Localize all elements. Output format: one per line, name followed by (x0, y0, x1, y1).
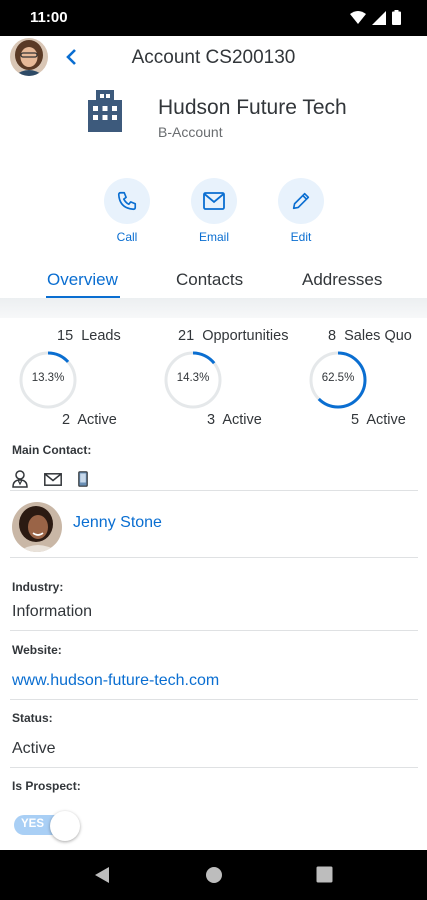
kpi-ring: 62.5% (308, 350, 368, 410)
toggle-knob[interactable] (50, 811, 80, 841)
account-type: B-Account (158, 124, 223, 140)
kpi-active-count: 3 (207, 412, 216, 428)
kpi-active-label: Active (222, 412, 262, 428)
kpi-count: 21 (178, 328, 195, 344)
divider (10, 557, 418, 558)
call-button[interactable]: Call (92, 178, 162, 244)
person-icon[interactable] (12, 470, 28, 488)
kpi-header: 15 Leads (57, 328, 121, 344)
kpi-active: 2 Active (62, 412, 117, 428)
nav-back-icon[interactable] (94, 866, 110, 884)
pencil-icon (292, 192, 310, 210)
kpi-active-count: 5 (351, 412, 360, 428)
divider (10, 699, 418, 700)
mobile-icon[interactable] (78, 471, 88, 487)
prospect-toggle[interactable]: YES (14, 811, 82, 841)
status-bar: 11:00 (0, 0, 427, 36)
kpi-title: Leads (81, 328, 121, 344)
kpi-count: 8 (328, 328, 337, 344)
divider (10, 490, 418, 491)
status-time: 11:00 (30, 9, 68, 26)
edit-circle (278, 178, 324, 224)
kpi-active: 5 Active (351, 412, 406, 428)
nav-home-icon[interactable] (205, 866, 223, 884)
kpi-percent: 62.5% (321, 372, 355, 384)
kpi-active-label: Active (366, 412, 406, 428)
account-name: Hudson Future Tech (158, 96, 347, 119)
tab-divider (0, 298, 427, 318)
email-label: Email (198, 230, 229, 244)
status-label: Status: (12, 711, 53, 725)
kpi-ring: 14.3% (163, 350, 223, 410)
page-title: Account CS200130 (131, 47, 296, 68)
status-value: Active (12, 740, 56, 757)
call-circle (104, 178, 150, 224)
edit-button[interactable]: Edit (266, 178, 336, 244)
main-contact-label: Main Contact: (12, 443, 92, 457)
industry-label: Industry: (12, 580, 64, 594)
mail-icon (203, 192, 225, 210)
kpi-header: 8 Sales Quo (328, 328, 412, 344)
kpi-title: Opportunities (202, 328, 289, 344)
kpi-active: 3 Active (207, 412, 262, 428)
kpi-title: Sales Quo (344, 328, 412, 344)
kpi-percent: 14.3% (176, 372, 210, 384)
wifi-icon (350, 10, 366, 24)
kpi-header: 21 Opportunities (178, 328, 288, 344)
kpi-ring: 13.3% (18, 350, 78, 410)
edit-label: Edit (290, 230, 312, 244)
system-nav-bar (0, 850, 427, 900)
kpi-count: 15 (57, 328, 74, 344)
contact-avatar[interactable] (12, 502, 62, 552)
app-bar: Account CS200130 (0, 36, 427, 80)
tab-overview[interactable]: Overview (47, 270, 118, 290)
kpi-percent: 13.3% (31, 372, 65, 384)
divider (10, 630, 418, 631)
mail-icon[interactable] (44, 472, 62, 486)
contact-icons (12, 470, 88, 488)
building-icon (88, 90, 122, 132)
industry-value: Information (12, 603, 93, 620)
tab-contacts[interactable]: Contacts (176, 270, 243, 290)
prospect-label: Is Prospect: (12, 779, 81, 793)
email-button[interactable]: Email (179, 178, 249, 244)
kpi-active-count: 2 (62, 412, 71, 428)
main-contact-name[interactable]: Jenny Stone (73, 514, 162, 532)
battery-icon (392, 10, 401, 25)
website-label: Website: (12, 643, 62, 657)
phone-icon (117, 191, 137, 211)
tab-addresses[interactable]: Addresses (302, 270, 382, 290)
website-link[interactable]: www.hudson-future-tech.com (12, 672, 219, 690)
signal-icon (372, 10, 386, 25)
divider (10, 767, 418, 768)
kpi-active-label: Active (77, 412, 117, 428)
toggle-text: YES (21, 818, 45, 830)
tab-bar: Overview Contacts Addresses (0, 262, 427, 300)
email-circle (191, 178, 237, 224)
nav-recents-icon[interactable] (316, 866, 333, 883)
call-label: Call (116, 230, 138, 244)
status-icons (350, 10, 401, 25)
